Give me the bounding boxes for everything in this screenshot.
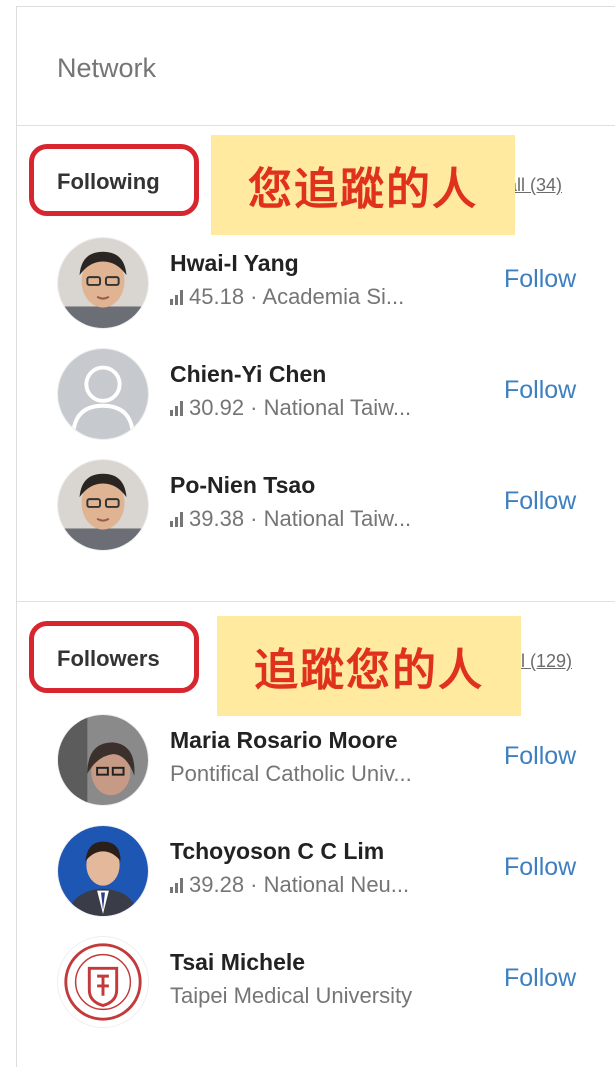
- rg-score-icon: [170, 289, 183, 305]
- person-row: Maria Rosario Moore Pontifical Catholic U…: [57, 714, 615, 806]
- person-row: Hwai-I Yang 45.18 · Academia Si... Follow: [57, 237, 615, 329]
- person-row: Po-Nien Tsao 39.38 · National Taiw... Foll…: [57, 459, 615, 551]
- person-meta-text: 39.28 · National Neu...: [189, 872, 410, 897]
- person-meta-text: 39.38 · National Taiw...: [189, 506, 412, 531]
- person-name[interactable]: Po-Nien Tsao: [170, 472, 315, 499]
- rg-score-icon: [170, 877, 183, 893]
- annotation-followers: 追蹤您的人: [217, 616, 521, 716]
- person-meta: 45.18 · Academia Si...: [170, 284, 404, 310]
- annotation-following: 您追蹤的人: [211, 135, 515, 235]
- person-name[interactable]: Tsai Michele: [170, 949, 305, 976]
- avatar[interactable]: [57, 936, 149, 1028]
- avatar[interactable]: [57, 348, 149, 440]
- person-meta-text: Pontifical Catholic Univ...: [170, 761, 412, 786]
- follow-button[interactable]: Follow: [504, 265, 576, 294]
- person-row: Tsai Michele Taipei Medical University Fol…: [57, 936, 615, 1028]
- person-meta: Taipei Medical University: [170, 983, 412, 1009]
- avatar[interactable]: [57, 459, 149, 551]
- person-meta: 39.28 · National Neu...: [170, 872, 409, 898]
- person-meta-text: 45.18 · Academia Si...: [189, 284, 405, 309]
- person-name[interactable]: Tchoyoson C C Lim: [170, 838, 384, 865]
- followers-see-all-link[interactable]: l (129): [521, 651, 572, 672]
- follow-button[interactable]: Follow: [504, 964, 576, 993]
- person-meta: 30.92 · National Taiw...: [170, 395, 411, 421]
- divider: [17, 125, 615, 126]
- person-name[interactable]: Maria Rosario Moore: [170, 727, 398, 754]
- person-name[interactable]: Hwai-I Yang: [170, 250, 299, 277]
- following-see-all-link[interactable]: all (34): [507, 175, 562, 196]
- avatar[interactable]: [57, 237, 149, 329]
- divider: [17, 601, 615, 602]
- person-meta: 39.38 · National Taiw...: [170, 506, 411, 532]
- rg-score-icon: [170, 511, 183, 527]
- following-heading: Following: [57, 169, 160, 194]
- person-row: Tchoyoson C C Lim 39.28 · National Neu...…: [57, 825, 615, 917]
- follow-button[interactable]: Follow: [504, 487, 576, 516]
- rg-score-icon: [170, 400, 183, 416]
- follow-button[interactable]: Follow: [504, 853, 576, 882]
- follow-button[interactable]: Follow: [504, 376, 576, 405]
- panel-title: Network: [57, 53, 157, 83]
- person-row: Chien-Yi Chen 30.92 · National Taiw... Fol…: [57, 348, 615, 440]
- person-name[interactable]: Chien-Yi Chen: [170, 361, 326, 388]
- person-meta-text: 30.92 · National Taiw...: [189, 395, 412, 420]
- avatar[interactable]: [57, 714, 149, 806]
- person-meta: Pontifical Catholic Univ...: [170, 761, 412, 787]
- avatar[interactable]: [57, 825, 149, 917]
- network-panel: Network Following all (34) 您追蹤的人 Hwai-I …: [16, 6, 615, 1067]
- follow-button[interactable]: Follow: [504, 742, 576, 771]
- person-meta-text: Taipei Medical University: [170, 983, 413, 1008]
- followers-heading: Followers: [57, 646, 160, 671]
